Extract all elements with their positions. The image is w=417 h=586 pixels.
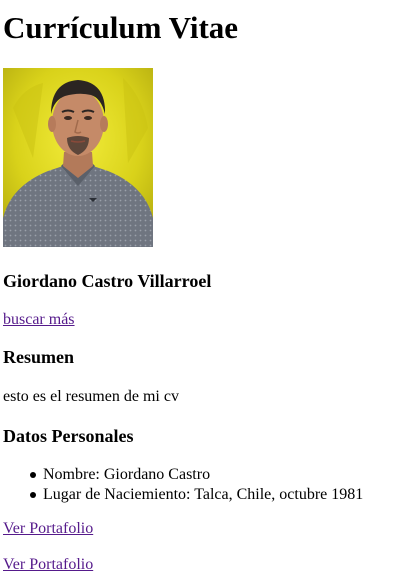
person-name: Giordano Castro Villarroel (3, 271, 212, 291)
resumen-heading: Resumen (3, 347, 74, 367)
datos-list: Nombre: Giordano Castro Lugar de Naciemi… (3, 465, 363, 505)
portfolio-link-2[interactable]: Ver Portafolio (3, 555, 93, 575)
page-title: Currículum Vitae (3, 10, 239, 45)
resumen-text: esto es el resumen de mi cv (3, 388, 179, 405)
portfolio-link-1[interactable]: Ver Portafolio (3, 519, 93, 539)
search-more-link[interactable]: buscar más (3, 310, 75, 330)
list-item: Lugar de Naciemiento: Talca, Chile, octu… (3, 485, 363, 505)
bullet-icon (30, 472, 36, 478)
bullet-icon (30, 492, 36, 498)
datos-nombre: Nombre: Giordano Castro (43, 466, 211, 483)
datos-heading: Datos Personales (3, 426, 134, 446)
list-item: Nombre: Giordano Castro (3, 465, 363, 485)
datos-nacimiento: Lugar de Naciemiento: Talca, Chile, octu… (43, 486, 364, 503)
profile-photo (3, 68, 153, 247)
